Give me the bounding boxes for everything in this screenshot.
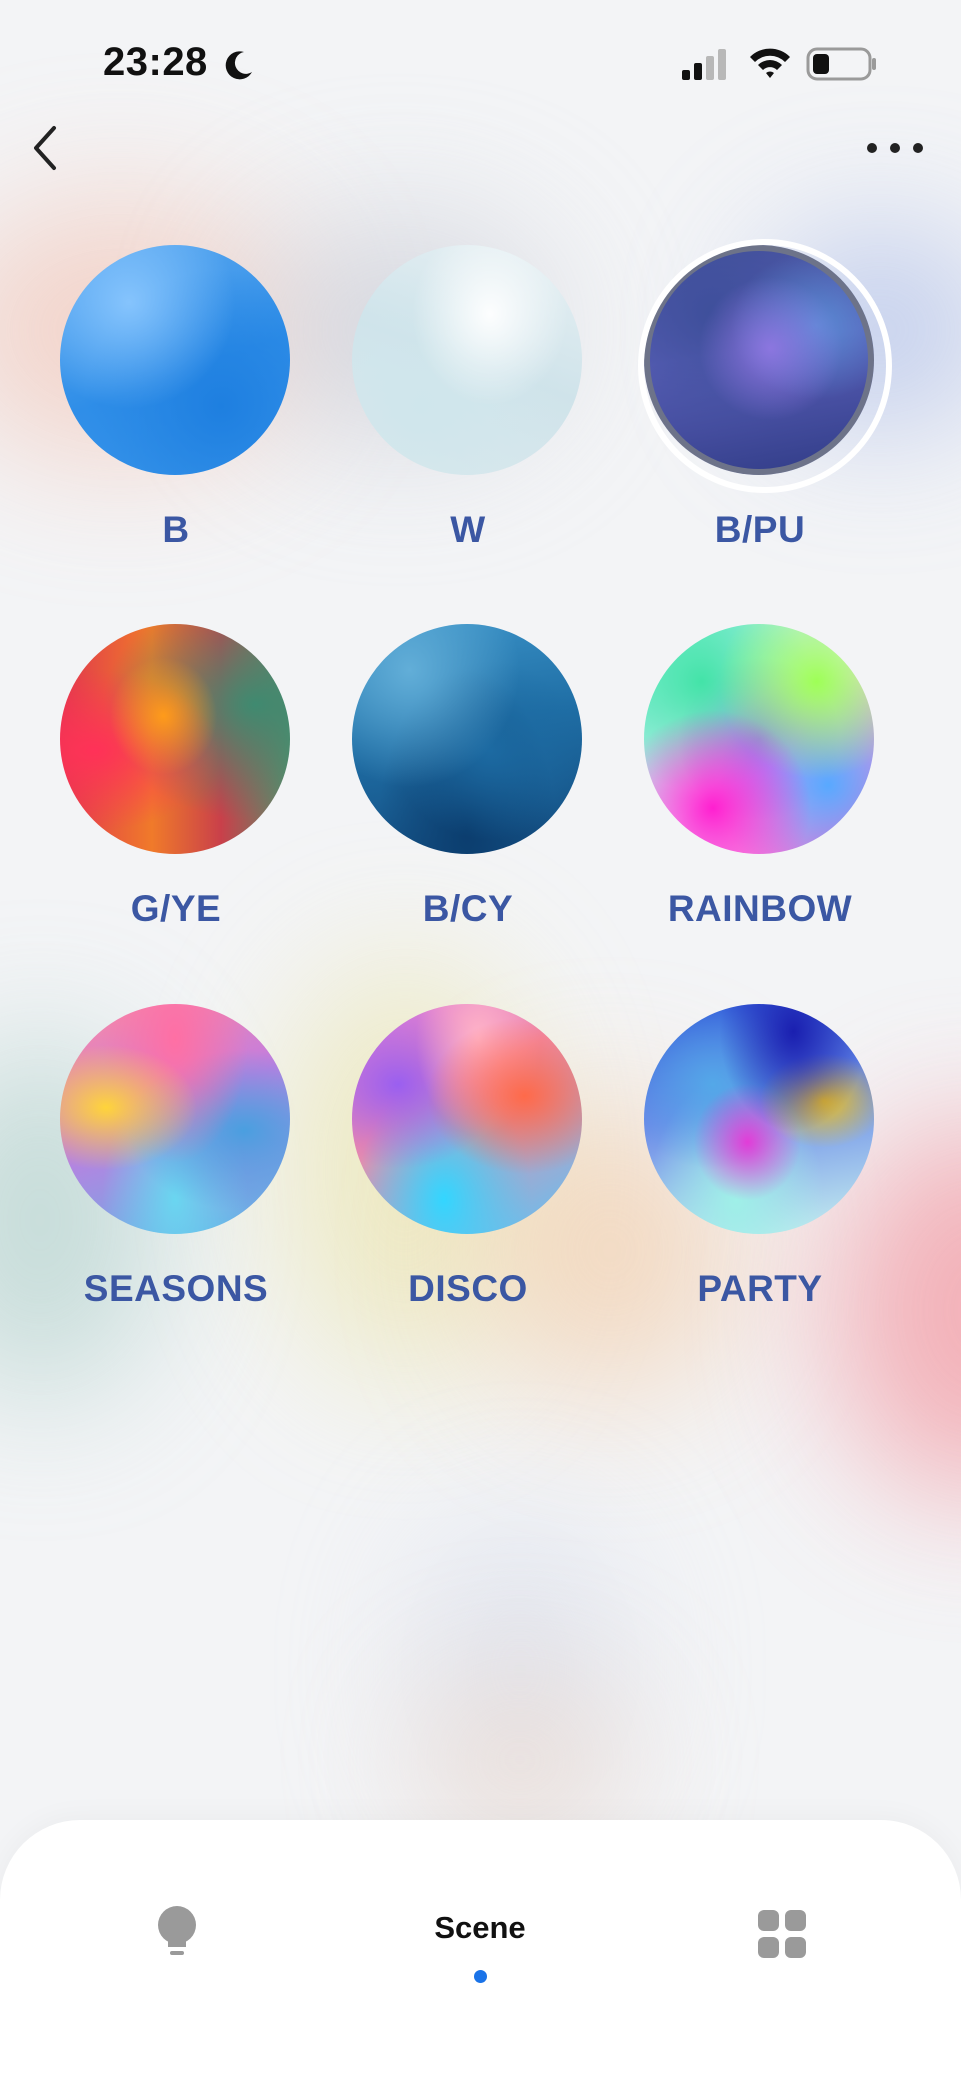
scene-orb-seasons	[60, 1004, 290, 1234]
scene-label: W	[450, 509, 486, 550]
status-bar: 23:28	[0, 0, 961, 130]
scene-orb-g-ye	[60, 624, 290, 854]
scene-label: B	[162, 509, 190, 550]
active-tab-indicator	[474, 1970, 487, 1983]
scene-orb-b-pu	[644, 245, 874, 475]
scene-orb-party	[644, 1004, 874, 1234]
moon-icon	[225, 51, 252, 80]
tab-devices[interactable]	[756, 1908, 808, 1960]
scene-orb-disco	[352, 1004, 582, 1234]
scene-orb-b-cy	[352, 624, 582, 854]
tab-scene-label: Scene	[434, 1910, 526, 1945]
scene-seasons[interactable]: SEASONS	[30, 1004, 322, 1334]
battery-icon	[806, 47, 876, 81]
back-button[interactable]	[24, 118, 70, 178]
scene-disco[interactable]: DISCO	[322, 1004, 614, 1334]
scene-orb-rainbow	[644, 624, 874, 854]
scene-w[interactable]: W	[322, 245, 614, 575]
tab-scene[interactable]: Scene	[380, 1910, 580, 1990]
scene-rainbow[interactable]: RAINBOW	[614, 624, 906, 954]
scene-b-cy[interactable]: B/CY	[322, 624, 614, 954]
cellular-signal-icon	[682, 49, 726, 80]
scene-label: RAINBOW	[667, 888, 853, 929]
bottom-tab-bar: Scene	[0, 1820, 961, 2082]
scene-label: G/YE	[130, 888, 222, 929]
scene-label: B/PU	[714, 509, 806, 550]
scene-label: B/CY	[422, 888, 514, 929]
grid-icon	[758, 1910, 806, 1958]
scene-label: PARTY	[697, 1268, 823, 1309]
status-time: 23:28	[103, 40, 208, 84]
scene-g-ye[interactable]: G/YE	[30, 624, 322, 954]
tab-light[interactable]	[150, 1905, 204, 1959]
scene-label: DISCO	[408, 1268, 528, 1309]
scene-orb-b	[60, 245, 290, 475]
wifi-icon	[750, 48, 790, 78]
scene-party[interactable]: PARTY	[614, 1004, 906, 1334]
scene-orb-w	[352, 245, 582, 475]
bulb-icon	[158, 1906, 196, 1955]
scene-b[interactable]: B	[30, 245, 322, 575]
scene-label: SEASONS	[83, 1268, 269, 1309]
more-options-button[interactable]	[860, 128, 930, 168]
scene-b-pu[interactable]: B/PU	[614, 239, 906, 575]
